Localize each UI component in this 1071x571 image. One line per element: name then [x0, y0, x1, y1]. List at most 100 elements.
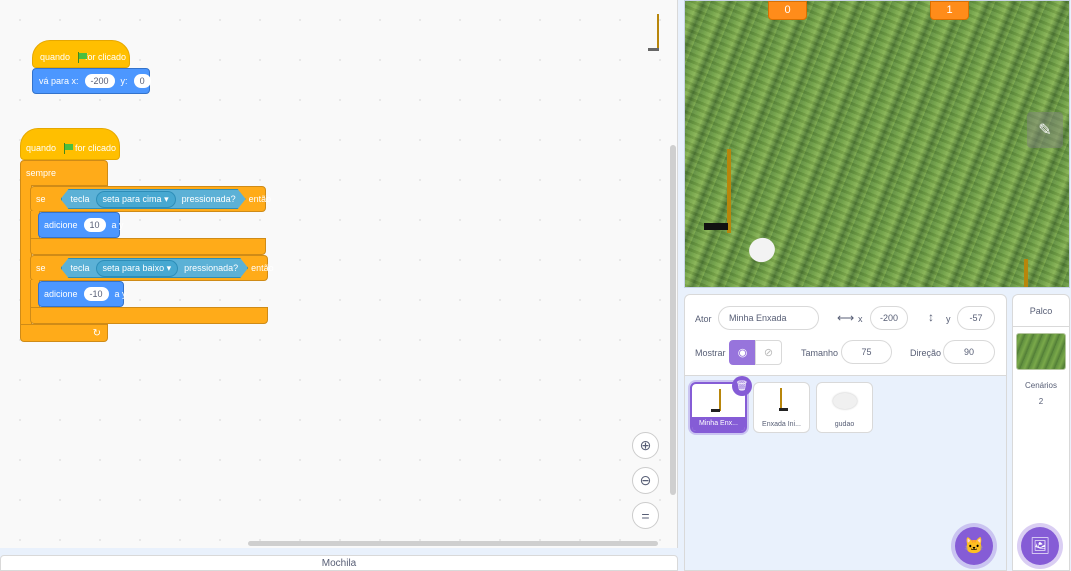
to-label-down: a y	[114, 289, 127, 299]
backdrops-count: 2	[1038, 397, 1044, 406]
sprite-thumb-handle	[719, 389, 721, 411]
add-label-down: adicione	[44, 289, 78, 299]
key-label-down: tecla	[70, 263, 90, 273]
change-y-up-block[interactable]: adicione 10 a y	[38, 212, 124, 238]
y-arrows-icon: ↕	[928, 310, 934, 324]
direction-input[interactable]: 90	[943, 340, 995, 364]
sprite-info-panel: Ator Minha Enxada ⟷ x -200 ↕ y -57 Mostr…	[684, 294, 1007, 376]
hat-when-text: quando	[40, 52, 71, 62]
opponent-hoe-sprite[interactable]	[1024, 259, 1028, 287]
hat-when-text-2: quando	[26, 143, 57, 153]
direction-label: Direção	[910, 348, 942, 358]
sprite-tile-label: gudao	[817, 418, 872, 432]
delete-sprite-button[interactable]: 🗑	[732, 376, 752, 396]
pressed-label-down: pressionada?	[184, 263, 239, 273]
stage-title: Palco	[1013, 295, 1069, 327]
sprite-tile-gudao[interactable]: gudao	[816, 382, 873, 433]
add-label-up: adicione	[44, 220, 78, 230]
forever-label: sempre	[26, 168, 57, 178]
backpack-header[interactable]: Mochila	[0, 555, 678, 571]
key-pressed-down[interactable]: tecla seta para baixo ▾ pressionada?	[61, 258, 249, 278]
choose-sprite-button[interactable]: 🐱	[955, 527, 993, 565]
size-label: Tamanho	[801, 348, 839, 358]
choose-backdrop-button[interactable]: 🖼	[1021, 527, 1059, 565]
change-y-down-block[interactable]: adicione -10 a y	[38, 281, 127, 307]
zoom-out-icon: ⊖	[639, 472, 652, 488]
stage-thumbnail[interactable]	[1016, 333, 1066, 370]
if-down-then: então	[251, 263, 274, 273]
green-flag-icon-2	[63, 142, 73, 154]
hide-sprite-button[interactable]: ⊘	[755, 340, 782, 365]
y-input[interactable]: -57	[957, 306, 995, 330]
zoom-reset-button[interactable]: =	[632, 502, 659, 529]
stage-overlay-button[interactable]: ✎	[1027, 112, 1063, 148]
add-value-up[interactable]: 10	[83, 218, 106, 232]
zoom-out-button[interactable]: ⊖	[632, 467, 659, 494]
key-dropdown-down[interactable]: seta para baixo ▾	[96, 260, 179, 277]
code-workspace[interactable]: quando for clicado vá para x: -200 y: 0 …	[0, 0, 678, 548]
eye-slash-icon: ⊘	[763, 347, 774, 359]
trash-icon: 🗑	[735, 380, 749, 392]
hoe-sprite-head[interactable]	[704, 223, 728, 230]
pencil-icon: ✎	[1038, 122, 1052, 139]
sprite-name-value: Minha Enxada	[729, 313, 787, 323]
goto-y-input[interactable]: 0	[133, 74, 151, 88]
if-down-se: se	[36, 263, 46, 273]
sprite-name-input[interactable]: Minha Enxada	[718, 306, 819, 330]
key-value-down: seta para baixo	[102, 262, 165, 273]
x-label: x	[858, 314, 863, 324]
goto-y-label: y:	[120, 76, 128, 86]
x-value: -200	[879, 313, 898, 323]
workspace-vertical-scrollbar[interactable]	[670, 145, 676, 495]
if-up-se: se	[36, 194, 46, 204]
sprite-tile-enxada-inimiga[interactable]: Enxada Ini...	[753, 382, 810, 433]
show-label: Mostrar	[695, 348, 726, 358]
x-input[interactable]: -200	[870, 306, 908, 330]
sprite-tile-label: Enxada Ini...	[762, 421, 801, 428]
forever-block[interactable]: sempre	[20, 160, 108, 186]
goto-xy-block[interactable]: vá para x: -200 y: 0	[32, 68, 151, 94]
loop-arrow-icon: ↻	[92, 327, 101, 339]
sprite-preview-icon	[648, 14, 660, 52]
sprite-thumb-head	[779, 408, 788, 411]
if-up-then: então	[248, 194, 272, 204]
sprite-thumb-head	[711, 409, 720, 412]
y-value: -57	[969, 313, 983, 323]
direction-value: 90	[963, 347, 974, 357]
green-flag-icon	[77, 51, 87, 63]
show-sprite-button[interactable]: ◉	[729, 340, 756, 365]
backpack-label: Mochila	[321, 558, 357, 569]
hat-clicked-text-2: for clicado	[74, 143, 116, 153]
key-dropdown-up[interactable]: seta para cima ▾	[96, 191, 176, 208]
goto-x-input[interactable]: -200	[84, 74, 115, 88]
stage-canvas[interactable]: 0 1 ✎	[684, 0, 1070, 288]
zoom-in-button[interactable]: ⊕	[632, 432, 659, 459]
x-arrows-icon: ⟷	[837, 311, 855, 325]
add-value-down[interactable]: -10	[83, 287, 109, 301]
hoe-sprite-handle[interactable]	[727, 149, 731, 233]
y-label: y	[946, 314, 951, 324]
backdrops-label: Cenários	[1024, 381, 1057, 390]
if-down-block[interactable]: se tecla seta para baixo ▾ pressionada? …	[30, 255, 274, 281]
score-left-value: 0	[784, 4, 791, 16]
if-down-bottom	[30, 307, 268, 324]
to-label-up: a y	[111, 220, 124, 230]
key-pressed-up[interactable]: tecla seta para cima ▾ pressionada?	[61, 189, 246, 209]
sprite-tile-label: Minha Enx...	[692, 417, 745, 431]
scratch-editor: quando for clicado vá para x: -200 y: 0 …	[0, 0, 1071, 571]
goto-label: vá para x:	[39, 76, 79, 86]
eye-icon: ◉	[737, 347, 748, 359]
when-flag-clicked-block[interactable]: quando for clicado	[32, 40, 130, 68]
cat-plus-icon: 🐱	[964, 538, 984, 555]
size-value: 75	[861, 347, 872, 357]
when-flag-clicked-block-2[interactable]: quando for clicado	[20, 128, 120, 160]
equals-icon: =	[641, 507, 650, 524]
workspace-horizontal-scrollbar[interactable]	[248, 541, 658, 546]
size-input[interactable]: 75	[841, 340, 892, 364]
zoom-in-icon: ⊕	[639, 437, 652, 453]
if-up-block[interactable]: se tecla seta para cima ▾ pressionada? e…	[30, 186, 271, 212]
key-value-up: seta para cima	[102, 193, 162, 204]
pressed-label-up: pressionada?	[181, 194, 236, 204]
field-texture	[685, 1, 1069, 287]
actor-label: Ator	[695, 314, 712, 324]
